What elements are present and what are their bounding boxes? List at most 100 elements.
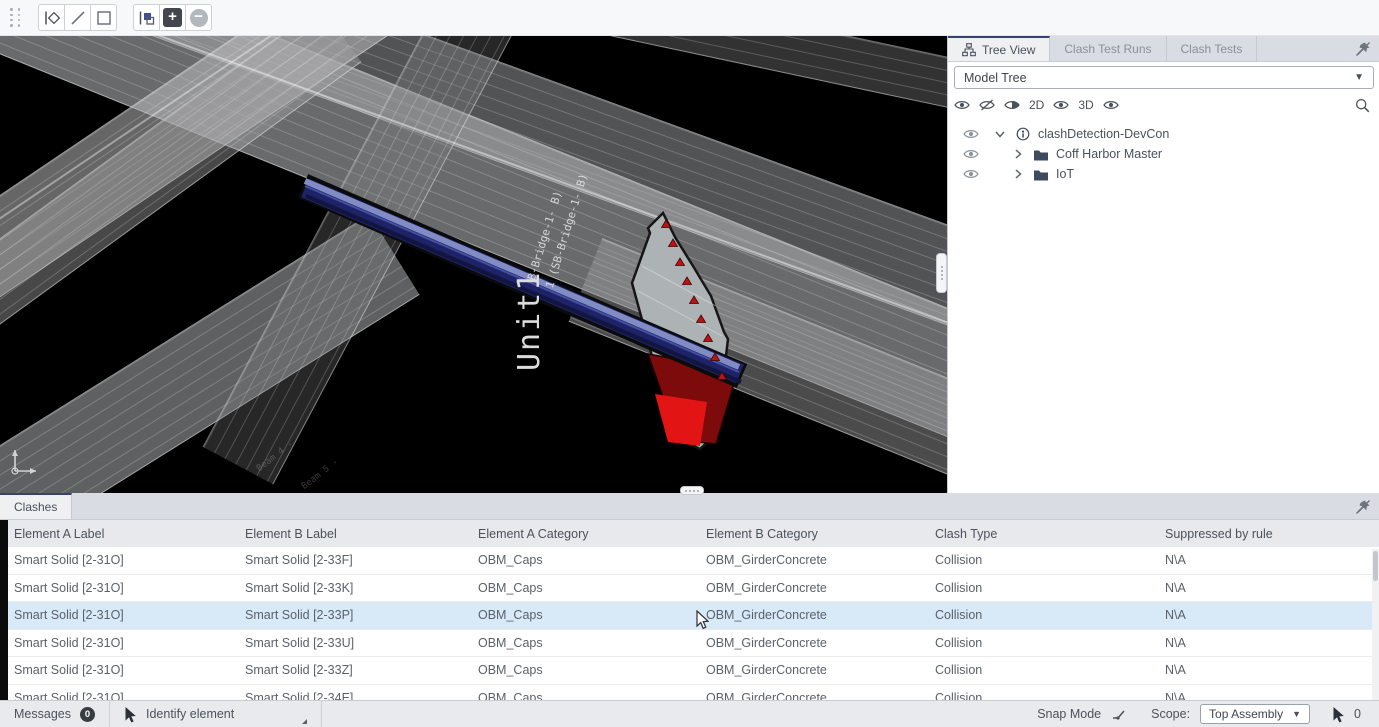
cell-element-a-category: OBM_Caps bbox=[478, 581, 706, 595]
clash-geometry bbox=[0, 36, 947, 493]
search-icon[interactable] bbox=[1355, 98, 1370, 113]
vertical-splitter-handle[interactable] bbox=[936, 253, 947, 293]
cell-element-a-category: OBM_Caps bbox=[478, 691, 706, 700]
column-header[interactable]: Clash Type bbox=[935, 527, 1165, 541]
active-tool-label: Identify element bbox=[146, 707, 234, 721]
column-header[interactable]: Suppressed by rule bbox=[1165, 527, 1379, 541]
chevron-right-icon[interactable] bbox=[1011, 167, 1025, 181]
model-tree-select[interactable]: Model Tree ▼ bbox=[954, 66, 1374, 89]
table-row[interactable]: Smart Solid [2-31O] Smart Solid [2-34E] … bbox=[0, 685, 1379, 701]
pier-column-red bbox=[648, 354, 738, 444]
horizontal-splitter-handle[interactable] bbox=[680, 486, 704, 495]
table-row[interactable]: Smart Solid [2-31O] Smart Solid [2-33F] … bbox=[0, 547, 1379, 575]
top-toolbar: + − bbox=[0, 0, 1379, 36]
right-panel: Tree View Clash Test Runs Clash Tests Mo… bbox=[947, 36, 1379, 493]
select-shape-icon bbox=[137, 8, 157, 28]
clash-table-header: Element A Label Element B Label Element … bbox=[0, 520, 1379, 547]
panel-left-gutter bbox=[0, 520, 8, 700]
deck-edge-line bbox=[0, 36, 947, 402]
select-element-icon bbox=[42, 8, 62, 28]
status-bar-right: Snap Mode Scope: Top Assembly ▼ 0 bbox=[1037, 704, 1379, 724]
table-scrollbar[interactable] bbox=[1372, 549, 1379, 700]
folder-icon bbox=[1033, 148, 1049, 161]
bridge-label-2: 1 (SB-Bridge-1- B) bbox=[543, 172, 590, 290]
select-shape-button[interactable] bbox=[133, 4, 160, 31]
right-panel-tabs: Tree View Clash Test Runs Clash Tests bbox=[948, 36, 1379, 62]
hide-all-eye-icon[interactable] bbox=[979, 99, 995, 111]
visibility-eye-icon[interactable] bbox=[963, 168, 979, 180]
column-header[interactable]: Element A Label bbox=[0, 527, 245, 541]
folder-icon bbox=[1033, 168, 1049, 181]
cell-element-b-category: OBM_GirderConcrete bbox=[706, 581, 935, 595]
snap-mode-label[interactable]: Snap Mode bbox=[1037, 707, 1101, 721]
snap-mode-icon[interactable] bbox=[1111, 708, 1127, 721]
label-3d: 3D bbox=[1078, 98, 1093, 112]
selection-remove-button[interactable]: − bbox=[185, 4, 212, 31]
cell-clash-type: Collision bbox=[935, 663, 1165, 677]
bridge-ramp-ribbon bbox=[0, 36, 361, 427]
active-tool-section[interactable]: Identify element bbox=[110, 701, 322, 727]
tool-settings-corner[interactable] bbox=[302, 719, 307, 724]
visibility-eye-icon[interactable] bbox=[963, 128, 979, 140]
toolbar-drag-handle[interactable] bbox=[8, 8, 22, 28]
select-box-button[interactable] bbox=[90, 4, 117, 31]
select-element-button[interactable] bbox=[38, 4, 65, 31]
imodel-icon bbox=[1015, 126, 1031, 142]
table-row[interactable]: Smart Solid [2-31O] Smart Solid [2-33P] … bbox=[0, 602, 1379, 630]
cell-clash-type: Collision bbox=[935, 691, 1165, 700]
status-bar: Messages 0 Identify element Snap Mode Sc… bbox=[0, 700, 1379, 727]
tab-clash-tests[interactable]: Clash Tests bbox=[1167, 36, 1258, 61]
chevron-right-icon[interactable] bbox=[1011, 147, 1025, 161]
cell-suppressed-by-rule: N\A bbox=[1165, 581, 1379, 595]
messages-section[interactable]: Messages 0 bbox=[0, 701, 110, 727]
column-header[interactable]: Element A Category bbox=[478, 527, 706, 541]
chevron-down-icon[interactable] bbox=[993, 127, 1007, 141]
beam-label-2: Beam 5 - bbox=[300, 457, 340, 492]
scrollbar-thumb[interactable] bbox=[1373, 551, 1378, 581]
scope-select[interactable]: Top Assembly ▼ bbox=[1200, 704, 1310, 724]
model-tree: clashDetection-DevCon Coff Harbor Master… bbox=[948, 124, 1379, 184]
cell-clash-type: Collision bbox=[935, 636, 1165, 650]
2d-visibility-eye-icon[interactable] bbox=[1053, 99, 1069, 111]
selection-add-button[interactable]: + bbox=[159, 4, 186, 31]
show-all-eye-icon[interactable] bbox=[954, 99, 970, 111]
unpin-icon[interactable] bbox=[1355, 41, 1371, 57]
cell-suppressed-by-rule: N\A bbox=[1165, 663, 1379, 677]
scope-select-value: Top Assembly bbox=[1209, 707, 1283, 721]
column-header[interactable]: Element B Label bbox=[245, 527, 478, 541]
tree-item-iot[interactable]: IoT bbox=[948, 164, 1379, 184]
table-row[interactable]: Smart Solid [2-31O] Smart Solid [2-33Z] … bbox=[0, 657, 1379, 685]
beam-label-1: Beam 4 - bbox=[255, 439, 295, 474]
ramp-edge-line bbox=[0, 36, 429, 266]
viewport-3d[interactable]: Unit1 B-Bridge-1- B) 1 (SB-Bridge-1- B) … bbox=[0, 36, 947, 493]
tab-tree-view[interactable]: Tree View bbox=[948, 36, 1050, 61]
tree-item-clashdetection-devcon[interactable]: clashDetection-DevCon bbox=[948, 124, 1379, 144]
cell-element-a-label: Smart Solid [2-31O] bbox=[0, 553, 245, 567]
3d-visibility-eye-icon[interactable] bbox=[1103, 99, 1119, 111]
cell-suppressed-by-rule: N\A bbox=[1165, 636, 1379, 650]
table-row[interactable]: Smart Solid [2-31O] Smart Solid [2-33U] … bbox=[0, 630, 1379, 658]
cursor-arrow-icon bbox=[124, 706, 136, 723]
cell-suppressed-by-rule: N\A bbox=[1165, 608, 1379, 622]
select-line-button[interactable] bbox=[64, 4, 91, 31]
tab-label: Tree View bbox=[982, 43, 1035, 57]
tab-clashes[interactable]: Clashes bbox=[0, 493, 72, 519]
cell-element-b-category: OBM_GirderConcrete bbox=[706, 663, 935, 677]
unpin-icon[interactable] bbox=[1355, 499, 1371, 515]
tree-item-coff-harbor-master[interactable]: Coff Harbor Master bbox=[948, 144, 1379, 164]
cell-suppressed-by-rule: N\A bbox=[1165, 691, 1379, 700]
cell-element-a-category: OBM_Caps bbox=[478, 663, 706, 677]
tab-clash-test-runs[interactable]: Clash Test Runs bbox=[1050, 36, 1166, 61]
cell-element-b-category: OBM_GirderConcrete bbox=[706, 608, 935, 622]
bridge-ramp-ribbon bbox=[0, 214, 420, 493]
bridge-deck-ribbon bbox=[0, 36, 947, 387]
clash-results-panel: Clashes Element A Label Element B Label … bbox=[0, 493, 1379, 700]
visibility-eye-icon[interactable] bbox=[963, 148, 979, 160]
table-row[interactable]: Smart Solid [2-31O] Smart Solid [2-33K] … bbox=[0, 575, 1379, 603]
cell-clash-type: Collision bbox=[935, 553, 1165, 567]
column-header[interactable]: Element B Category bbox=[706, 527, 935, 541]
chevron-down-icon: ▼ bbox=[1354, 72, 1364, 83]
cell-element-a-label: Smart Solid [2-31O] bbox=[0, 608, 245, 622]
cell-clash-type: Collision bbox=[935, 581, 1165, 595]
isolate-eye-icon[interactable] bbox=[1004, 99, 1020, 111]
